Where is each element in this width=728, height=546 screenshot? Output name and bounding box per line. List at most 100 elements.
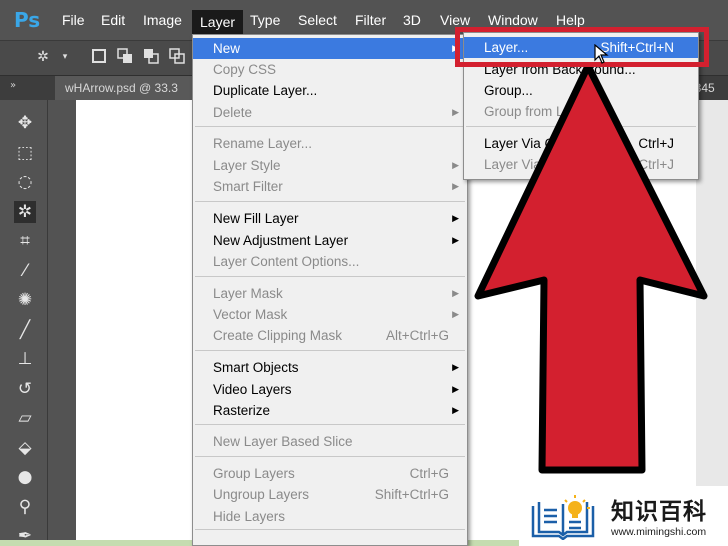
layer-menu-item[interactable]: Vector Mask ▶ xyxy=(193,304,467,325)
menu-item-label: New Layer Based Slice xyxy=(213,434,353,449)
menu-separator xyxy=(195,276,465,277)
intersect-selection-icon[interactable] xyxy=(168,48,186,66)
new-selection-icon[interactable] xyxy=(90,48,108,66)
book-lightbulb-logo xyxy=(531,495,595,540)
history-brush-tool-icon[interactable]: ↺ xyxy=(14,378,36,400)
crop-tool-icon[interactable]: ⌗ xyxy=(14,230,36,252)
move-tool-icon[interactable]: ✥ xyxy=(14,112,36,134)
menu-separator xyxy=(195,456,465,457)
layer-menu-item[interactable]: Create Clipping Mask Alt+Ctrl+G xyxy=(193,325,467,346)
collapse-panel-icon[interactable]: » xyxy=(10,80,16,91)
layer-menu-item[interactable]: New Adjustment Layer ▶ xyxy=(193,230,467,251)
dodge-tool-icon[interactable]: ● xyxy=(14,466,36,488)
submenu-arrow-icon: ▶ xyxy=(452,309,459,319)
document-tab[interactable]: wHArrow.psd @ 33.3 xyxy=(55,76,195,100)
menu-item-label: Delete xyxy=(213,105,253,120)
layer-menu-item[interactable]: New Layer Based Slice xyxy=(193,431,467,452)
zoom-tool-icon[interactable]: ⚲ xyxy=(14,496,36,518)
menu-separator xyxy=(195,529,465,530)
menu-item-label: Duplicate Layer... xyxy=(213,83,318,98)
submenu-arrow-icon: ▶ xyxy=(452,362,459,372)
layer-menu-item[interactable]: Copy CSS xyxy=(193,59,467,80)
submenu-arrow-icon: ▶ xyxy=(452,384,459,394)
layer-menu-item[interactable]: Hide Layers xyxy=(193,506,467,527)
watermark-url: www.mimingshi.com xyxy=(611,526,707,538)
menu-separator xyxy=(195,350,465,351)
menu-item-label: Smart Filter xyxy=(213,179,283,194)
watermark-title: 知识百科 xyxy=(611,499,707,525)
layer-menu-item[interactable]: Rasterize ▶ xyxy=(193,400,467,421)
layer-menu-item[interactable]: Duplicate Layer... xyxy=(193,80,467,101)
menu-item-label: Create Clipping Mask xyxy=(213,328,343,343)
layer-menu-item[interactable]: Layer Mask ▶ xyxy=(193,283,467,304)
healing-brush-tool-icon[interactable]: ✺ xyxy=(14,289,36,311)
menu-type[interactable]: Type xyxy=(250,12,280,28)
menu-select[interactable]: Select xyxy=(298,12,337,28)
menu-item-label: New Fill Layer xyxy=(213,211,299,226)
red-annotation-arrow xyxy=(474,62,708,474)
tools-panel: ✥ ⬚ ◌ ✲ ⌗ ⁄ ✺ ╱ ⊥ ↺ ▱ ⬙ ● ⚲ ✒ xyxy=(0,100,48,540)
layer-menu-item[interactable]: New ▶ xyxy=(193,38,467,59)
menu-item-label: Group Layers xyxy=(213,466,295,481)
menu-edit[interactable]: Edit xyxy=(101,12,125,28)
add-selection-icon[interactable] xyxy=(116,48,134,66)
menu-separator xyxy=(195,201,465,202)
menu-3d[interactable]: 3D xyxy=(403,12,421,28)
brush-tool-icon[interactable]: ╱ xyxy=(14,319,36,341)
paint-bucket-tool-icon[interactable]: ⬙ xyxy=(14,437,36,459)
stamp-tool-icon[interactable]: ⊥ xyxy=(14,348,36,370)
layer-menu-item[interactable]: Smart Objects ▶ xyxy=(193,357,467,378)
menu-file[interactable]: File xyxy=(62,12,85,28)
menu-item-shortcut: Ctrl+G xyxy=(409,466,449,481)
menu-image[interactable]: Image xyxy=(143,12,182,28)
submenu-arrow-icon: ▶ xyxy=(452,405,459,415)
menu-item-label: New Adjustment Layer xyxy=(213,233,349,248)
photoshop-logo: Ps xyxy=(14,8,41,32)
chevron-down-icon[interactable]: ▾ xyxy=(60,48,70,66)
menu-filter[interactable]: Filter xyxy=(355,12,386,28)
menu-item-label: Ungroup Layers xyxy=(213,487,310,502)
eyedropper-tool-icon[interactable]: ⁄ xyxy=(14,260,36,282)
menu-item-label: Rename Layer... xyxy=(213,136,313,151)
lasso-tool-icon[interactable]: ◌ xyxy=(14,171,36,193)
menu-help[interactable]: Help xyxy=(556,12,585,28)
submenu-arrow-icon: ▶ xyxy=(452,160,459,170)
layer-menu-item[interactable]: Video Layers ▶ xyxy=(193,379,467,400)
layer-menu-item[interactable]: Smart Filter ▶ xyxy=(193,176,467,197)
menu-item-label: Hide Layers xyxy=(213,509,286,524)
pen-tool-icon[interactable]: ✒ xyxy=(14,525,36,540)
watermark: 知识百科 www.mimingshi.com xyxy=(519,486,728,546)
menu-separator xyxy=(195,424,465,425)
menu-view[interactable]: View xyxy=(440,12,470,28)
menu-layer[interactable]: Layer xyxy=(192,10,244,34)
layer-menu-item[interactable]: Group Layers Ctrl+G xyxy=(193,463,467,484)
submenu-arrow-icon: ▶ xyxy=(452,107,459,117)
submenu-arrow-icon: ▶ xyxy=(452,235,459,245)
menu-separator xyxy=(195,126,465,127)
magic-wand-tool-icon[interactable]: ✲ xyxy=(14,200,36,223)
subtract-selection-icon[interactable] xyxy=(142,48,160,66)
layer-menu-item[interactable]: Layer Content Options... xyxy=(193,251,467,272)
red-highlight-box xyxy=(455,27,709,67)
menu-item-label: Vector Mask xyxy=(213,307,288,322)
menu-item-label: Rasterize xyxy=(213,403,271,418)
menu-item-label: Layer Mask xyxy=(213,286,283,301)
marquee-tool-icon[interactable]: ⬚ xyxy=(14,142,36,164)
magic-wand-icon[interactable]: ✲ xyxy=(34,48,52,66)
submenu-arrow-icon: ▶ xyxy=(452,288,459,298)
layer-menu-item[interactable]: Rename Layer... xyxy=(193,133,467,154)
eraser-tool-icon[interactable]: ▱ xyxy=(14,407,36,429)
menu-item-label: Copy CSS xyxy=(213,62,277,77)
submenu-arrow-icon: ▶ xyxy=(452,213,459,223)
menu-item-label: Video Layers xyxy=(213,382,292,397)
layer-menu-item[interactable]: New Fill Layer ▶ xyxy=(193,208,467,229)
layer-menu-item[interactable]: Delete ▶ xyxy=(193,102,467,123)
menu-window[interactable]: Window xyxy=(488,12,538,28)
mouse-cursor-icon xyxy=(594,44,609,64)
layer-menu-item[interactable]: Layer Style ▶ xyxy=(193,155,467,176)
menu-item-label: Layer Style xyxy=(213,158,281,173)
menu-item-shortcut: Alt+Ctrl+G xyxy=(385,328,449,343)
layer-menu-dropdown: New ▶ Copy CSS Duplicate Layer... Delete ▶ Ren… xyxy=(192,34,468,546)
layer-menu-item[interactable]: Ungroup Layers Shift+Ctrl+G xyxy=(193,484,467,505)
menu-item-label: Smart Objects xyxy=(213,360,299,375)
